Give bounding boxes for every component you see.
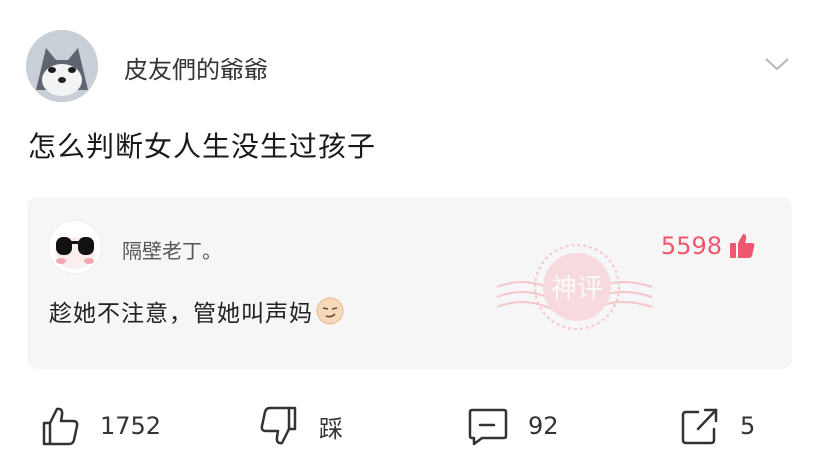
post-header: 皮友們的爺爺 xyxy=(26,30,796,102)
comment-count: 92 xyxy=(528,412,559,440)
thumbs-up-filled-icon xyxy=(730,234,755,258)
husky-avatar-image xyxy=(26,30,98,102)
comment-like-button[interactable]: 5598 xyxy=(661,232,756,260)
comment-username[interactable]: 隔壁老丁。 xyxy=(122,235,222,264)
action-bar: 1752 踩 92 5 xyxy=(38,402,778,450)
god-comment-stamp-icon: 神评 xyxy=(496,244,653,330)
dislike-button[interactable]: 踩 xyxy=(257,402,343,450)
comment-like-count: 5598 xyxy=(660,232,722,260)
like-button[interactable]: 1752 xyxy=(38,402,161,450)
comment-text-content: 趁她不注意，管她叫声妈 xyxy=(49,301,313,327)
comment-button[interactable]: 92 xyxy=(466,402,559,450)
sunglasses-face-avatar-image xyxy=(49,221,101,273)
user-avatar[interactable] xyxy=(26,30,98,102)
comment-text: 趁她不注意，管她叫声妈 xyxy=(49,294,345,328)
smirk-emoji-icon xyxy=(316,297,344,325)
thumbs-down-icon xyxy=(260,406,297,445)
share-count: 5 xyxy=(740,412,756,440)
dislike-label: 踩 xyxy=(319,414,343,443)
share-button[interactable]: 5 xyxy=(678,402,755,450)
post-text: 怎么判断女人生没生过孩子 xyxy=(28,130,377,163)
thumbs-up-icon xyxy=(42,407,79,446)
like-count: 1752 xyxy=(100,412,162,440)
stamp-text: 神评 xyxy=(551,274,603,304)
chevron-down-icon[interactable] xyxy=(764,56,790,72)
hot-comment-card[interactable]: 神评 隔壁老丁。 5598 趁她不注意，管她叫声妈 xyxy=(27,197,792,369)
comment-bubble-icon xyxy=(468,408,508,446)
share-icon xyxy=(681,408,718,445)
post-username[interactable]: 皮友們的爺爺 xyxy=(124,50,268,85)
comment-user-avatar[interactable] xyxy=(48,220,102,274)
